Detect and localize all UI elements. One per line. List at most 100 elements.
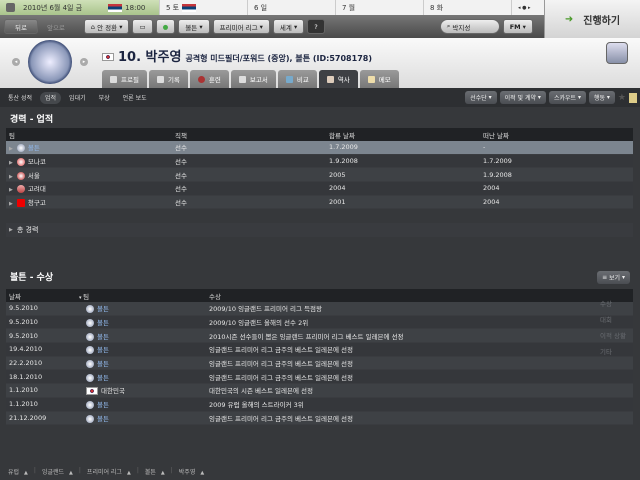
- forward-button[interactable]: 앞으로: [41, 19, 71, 34]
- expand-icon[interactable]: ▶: [9, 201, 13, 207]
- expand-icon: ▶: [9, 227, 13, 234]
- club-crest[interactable]: [28, 40, 72, 84]
- home-button[interactable]: ⌂ 안 정환 ▾: [83, 19, 130, 34]
- star-icon[interactable]: ★: [618, 93, 626, 103]
- view-option[interactable]: 이적 상황: [600, 328, 626, 344]
- col-joined[interactable]: 합류 날짜: [326, 130, 480, 140]
- club-crest-icon: [16, 199, 25, 208]
- table-row[interactable]: 21.12.2009 볼튼 잉글랜드 프리미어 리그 금주의 베스트 일레븐에 선정: [6, 411, 633, 426]
- search-input[interactable]: ⌕ 박지성: [439, 19, 500, 34]
- team-link[interactable]: 볼튼: [97, 346, 109, 354]
- view-option[interactable]: 대회: [600, 312, 626, 328]
- team-link[interactable]: 볼튼: [97, 305, 109, 313]
- arrow-right-icon: ➜: [564, 13, 574, 25]
- club-menu[interactable]: 볼튼 ▾: [178, 19, 210, 34]
- table-row[interactable]: 1.1.2010 볼튼 2009 유럽 올해의 스트라이커 3위: [6, 397, 633, 412]
- breadcrumb-item[interactable]: 박주영 ▲: [179, 467, 204, 476]
- day-6[interactable]: 6 일: [248, 0, 336, 15]
- team-cell: 볼튼: [76, 331, 206, 341]
- col-award[interactable]: 수상: [206, 291, 626, 301]
- total-career-toggle[interactable]: ▶ 총 경력: [6, 223, 633, 238]
- help-button[interactable]: ?: [307, 19, 325, 34]
- expand-icon[interactable]: ▶: [9, 160, 13, 166]
- scout-menu[interactable]: 스카우트 ▾: [548, 91, 586, 104]
- team-link[interactable]: 볼튼: [97, 401, 109, 409]
- team-link[interactable]: 볼튼: [97, 415, 109, 423]
- inbox-button[interactable]: ▭: [132, 19, 153, 34]
- table-row[interactable]: 9.5.2010 볼튼 2010시즌 선수들이 뽑은 잉글랜드 프리미어 리그 베스…: [6, 329, 633, 344]
- col-team[interactable]: ▾ 팀: [76, 291, 206, 301]
- table-row[interactable]: 9.5.2010 볼튼 2009/10 잉글랜드 프리미어 리그 득점왕: [6, 302, 633, 316]
- view-option[interactable]: 기타: [600, 344, 626, 360]
- team-link[interactable]: 대한민국: [101, 387, 125, 395]
- subnav-press[interactable]: 언론 보도: [118, 92, 152, 104]
- tab-training[interactable]: 훈련: [189, 70, 229, 88]
- expand-icon[interactable]: ▶: [9, 174, 13, 180]
- table-row[interactable]: ▶ 청구고 선수 2001 2004: [6, 195, 633, 210]
- table-row[interactable]: 18.1.2010 볼튼 잉글랜드 프리미어 리그 금주의 베스트 일레븐에 선정: [6, 370, 633, 385]
- team-link[interactable]: 서울: [28, 172, 40, 180]
- team-link[interactable]: 볼튼: [28, 144, 40, 152]
- subnav-career-stats[interactable]: 통산 성적: [3, 92, 37, 104]
- expand-icon[interactable]: ▶: [9, 146, 13, 152]
- tab-stats[interactable]: 기록: [148, 70, 188, 88]
- awards-table: 날짜 ▾ 팀 수상 9.5.2010 볼튼 2009/10 잉글랜드 프리미어 리그…: [6, 289, 633, 426]
- team-link[interactable]: 모나코: [28, 158, 46, 166]
- day-7[interactable]: 7 월: [336, 0, 424, 15]
- table-row[interactable]: ▶ 모나코 선수 1.9.2008 1.7.2009: [6, 154, 633, 169]
- team-link[interactable]: 볼튼: [97, 374, 109, 382]
- proceed-button[interactable]: ➜ 진행하기: [544, 0, 640, 38]
- current-date[interactable]: 2010년 6월 4일 금 18:00: [0, 0, 160, 15]
- award-cell: 잉글랜드 프리미어 리그 금주의 베스트 일레븐에 선정: [209, 360, 353, 369]
- player-desc: 공격형 미드필더/포워드 (중앙), 볼튼 (ID:5708178): [185, 54, 372, 63]
- table-row[interactable]: ▶ 볼튼 선수 1.7.2009 -: [6, 141, 633, 155]
- notification-icon[interactable]: ●: [155, 19, 176, 34]
- view-option[interactable]: 수상: [600, 296, 626, 312]
- table-row[interactable]: 19.4.2010 볼튼 잉글랜드 프리미어 리그 금주의 베스트 일레븐에 선정: [6, 343, 633, 357]
- cell: 2001: [329, 198, 346, 207]
- league-menu[interactable]: 프리미어 리그 ▾: [212, 19, 270, 34]
- table-row[interactable]: ▶ 고려대 선수 2004 2004: [6, 182, 633, 196]
- world-menu[interactable]: 세계 ▾: [272, 19, 305, 34]
- league-logo[interactable]: [606, 42, 628, 64]
- squad-menu[interactable]: 선수단 ▾: [465, 91, 497, 104]
- award-cell: 2009/10 잉글랜드 프리미어 리그 득점왕: [209, 305, 323, 314]
- add-note-icon[interactable]: [629, 92, 637, 103]
- separator: |: [33, 467, 36, 474]
- col-role[interactable]: 직책: [172, 130, 326, 140]
- day-5[interactable]: 5 토: [160, 0, 248, 15]
- day-8[interactable]: 8 화: [424, 0, 512, 15]
- subnav-achievements[interactable]: 업적: [40, 91, 62, 104]
- team-link[interactable]: 청구고: [28, 199, 46, 207]
- subnav-injuries[interactable]: 부상: [94, 92, 115, 104]
- col-date[interactable]: 날짜: [6, 291, 76, 301]
- action-menu[interactable]: 행동 ▾: [588, 91, 615, 104]
- team-link[interactable]: 볼튼: [97, 360, 109, 368]
- tab-notes[interactable]: 메모: [359, 70, 399, 88]
- transfer-menu[interactable]: 이적 및 계약 ▾: [499, 91, 546, 104]
- back-button[interactable]: 뒤로: [4, 19, 38, 34]
- table-row[interactable]: 1.1.2010 대한민국 대한민국의 시즌 베스트 일레븐에 선정: [6, 384, 633, 398]
- col-left[interactable]: 떠난 날짜: [480, 130, 630, 140]
- tab-compare[interactable]: 비교: [277, 70, 317, 88]
- view-menu[interactable]: ≡ 보기 ▾: [597, 271, 630, 284]
- table-row[interactable]: 22.2.2010 볼튼 잉글랜드 프리미어 리그 금주의 베스트 일레븐에 선정: [6, 356, 633, 371]
- fm-menu[interactable]: FM ▾: [502, 19, 533, 34]
- team-link[interactable]: 볼튼: [97, 319, 109, 327]
- tab-reports[interactable]: 보고서: [230, 70, 276, 88]
- subnav-loans[interactable]: 임대기: [64, 92, 91, 104]
- breadcrumb-item[interactable]: 프리미어 리그 ▲: [87, 467, 131, 476]
- expand-icon[interactable]: ▶: [9, 187, 13, 193]
- team-link[interactable]: 볼튼: [97, 333, 109, 341]
- team-link[interactable]: 고려대: [28, 185, 46, 193]
- breadcrumb-item[interactable]: 유럽 ▲: [8, 467, 28, 476]
- next-icon[interactable]: ▸: [80, 58, 88, 66]
- breadcrumb-item[interactable]: 잉글랜드 ▲: [42, 467, 73, 476]
- col-team[interactable]: 팀: [6, 130, 172, 140]
- tab-profile[interactable]: 프로필: [102, 70, 147, 88]
- tab-history[interactable]: 역사: [318, 70, 358, 88]
- breadcrumb-item[interactable]: 볼튼 ▲: [145, 467, 165, 476]
- table-row[interactable]: ▶ 서울 선수 2005 1.9.2008: [6, 168, 633, 183]
- table-row[interactable]: 9.5.2010 볼튼 2009/10 잉글랜드 올해의 선수 2위: [6, 315, 633, 330]
- prev-icon[interactable]: ◂: [12, 58, 20, 66]
